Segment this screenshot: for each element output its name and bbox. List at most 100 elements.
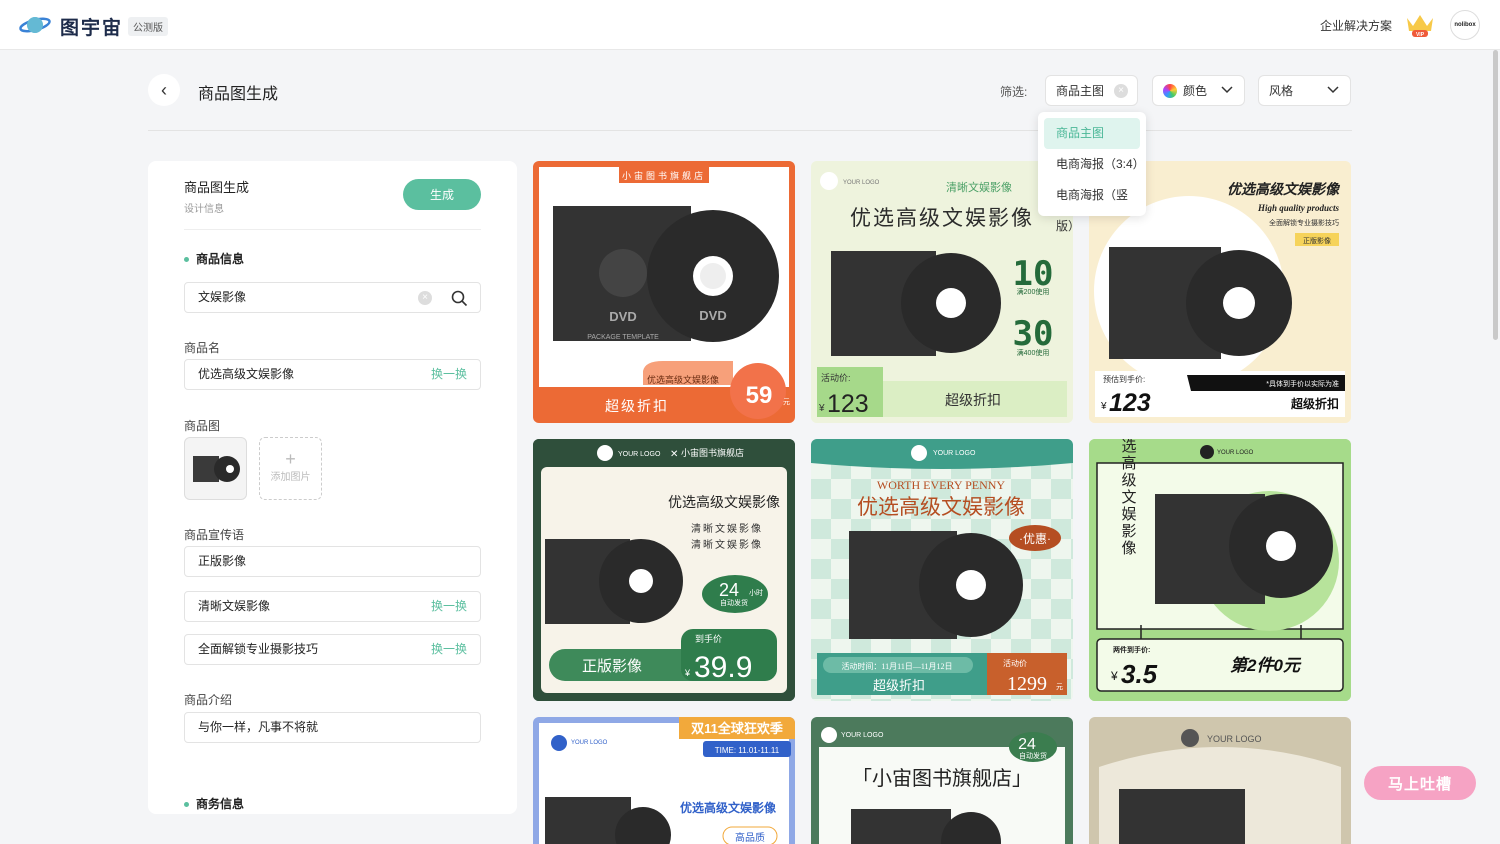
product-search-input[interactable]: 文娱影像 × bbox=[184, 282, 481, 313]
add-image-button[interactable]: + 添加图片 bbox=[259, 437, 322, 500]
line-text: 清晰文娱影像 bbox=[691, 522, 763, 535]
panel-divider bbox=[184, 229, 481, 230]
coupon-desc: 满400使用 bbox=[1017, 348, 1050, 357]
price: 3.5 bbox=[1121, 659, 1158, 689]
price-label: 活动价: bbox=[821, 372, 851, 383]
price-label: 预估到手价: bbox=[1103, 374, 1145, 384]
slogan-input-3[interactable]: 全面解锁专业摄影技巧 换一换 bbox=[184, 634, 481, 665]
price: 1299 bbox=[1007, 673, 1047, 695]
top-bar: 图宇宙 公测版 企业解决方案 VIP nolibox bbox=[0, 0, 1500, 50]
design-info-panel: 商品图生成 设计信息 生成 商品信息 文娱影像 × 商品名 优选高级文娱影像 换… bbox=[148, 161, 517, 814]
english-tagline: High quality products bbox=[1257, 203, 1340, 213]
template-card[interactable]: YOUR LOGO 清晰文娱影像 优选高级文娱影像 10 满200使用 30 满… bbox=[811, 161, 1073, 423]
vip-crown-icon[interactable]: VIP bbox=[1404, 12, 1436, 38]
banner-text: 双11全球狂欢季 bbox=[691, 721, 783, 736]
slogan-input-2[interactable]: 清晰文娱影像 换一换 bbox=[184, 591, 481, 622]
swap-button[interactable]: 换一换 bbox=[431, 635, 467, 664]
filter-label: 筛选: bbox=[1000, 85, 1028, 99]
footer-text: 正版影像 bbox=[582, 658, 642, 675]
add-image-label: 添加图片 bbox=[270, 472, 311, 483]
plus-icon: + bbox=[285, 449, 296, 469]
currency: ¥ bbox=[818, 403, 825, 414]
back-button[interactable]: ‹ bbox=[148, 74, 180, 106]
template-card[interactable]: YOUR LOGO 24 自动发货 「小宙图书旗舰店」 bbox=[811, 717, 1073, 844]
title: 优选高级文娱影像 bbox=[680, 800, 777, 815]
logo-text: YOUR LOGO bbox=[843, 180, 880, 186]
slogan-input-1[interactable]: 正版影像 bbox=[184, 546, 481, 577]
hours: 24 bbox=[1018, 736, 1036, 753]
title: 「小宙图书旗舰店」 bbox=[852, 767, 1032, 790]
logo-text: YOUR LOGO bbox=[1217, 450, 1254, 456]
price: 39.9 bbox=[694, 651, 752, 684]
hours-unit: 小时 bbox=[749, 588, 763, 597]
filter-product-main[interactable]: 商品主图 × bbox=[1045, 75, 1138, 106]
chevron-down-icon bbox=[1220, 82, 1234, 99]
footer-text: 超级折扣 bbox=[945, 392, 1001, 408]
intro-input[interactable]: 与你一样，凡事不将就 bbox=[184, 712, 481, 743]
swap-button[interactable]: 换一换 bbox=[431, 592, 467, 621]
currency: ¥ bbox=[684, 668, 691, 678]
shop-name: 小宙图书旗舰店 bbox=[622, 170, 706, 181]
subtitle: 全面解锁专业摄影技巧 bbox=[1269, 218, 1339, 227]
template-card[interactable]: YOUR LOGO 优选高级文娱影像 两件到手价: ¥ 3.5 第2件0元 bbox=[1089, 439, 1351, 701]
logo-text: YOUR LOGO bbox=[571, 740, 608, 746]
currency: ¥ bbox=[1100, 401, 1107, 412]
planet-logo-icon[interactable] bbox=[18, 12, 52, 38]
search-value: 文娱影像 bbox=[198, 290, 247, 304]
page-scrollbar[interactable] bbox=[1493, 50, 1498, 340]
clear-icon[interactable]: × bbox=[1114, 84, 1128, 98]
clear-icon[interactable]: × bbox=[418, 291, 432, 305]
intro-label: 商品介绍 bbox=[184, 693, 233, 707]
template-card[interactable]: YOUR LOGO ✕ 小宙图书旗舰店 优选高级文娱影像 清晰文娱影像 清晰文娱… bbox=[533, 439, 795, 701]
beta-badge: 公测版 bbox=[128, 17, 168, 36]
generate-button[interactable]: 生成 bbox=[403, 179, 481, 210]
enterprise-solutions-link[interactable]: 企业解决方案 bbox=[1320, 17, 1392, 34]
dvd-label: DVD bbox=[609, 309, 636, 324]
coupon-value: 10 bbox=[1013, 254, 1054, 294]
logo-text: YOUR LOGO bbox=[618, 451, 661, 458]
event-time: TIME: 11.01-11.11 bbox=[715, 746, 780, 755]
logo-text: YOUR LOGO bbox=[933, 450, 976, 457]
price-label: 两件到手价: bbox=[1113, 645, 1150, 654]
vertical-title: 优选高级文娱影像 bbox=[1120, 439, 1137, 557]
dvd-label: DVD bbox=[699, 308, 726, 323]
price-unit: 元 bbox=[783, 398, 790, 406]
search-icon[interactable] bbox=[451, 290, 468, 307]
color-wheel-icon bbox=[1163, 83, 1177, 98]
footer-text: 超级折扣 bbox=[873, 678, 925, 693]
template-card[interactable]: 小宙图书旗舰店 DVD PACKAGE TEMPLATE DVD 优选高级文娱影… bbox=[533, 161, 795, 423]
svg-text:VIP: VIP bbox=[1416, 32, 1425, 38]
coupon-desc: 满200使用 bbox=[1017, 287, 1050, 296]
slogan-value: 全面解锁专业摄影技巧 bbox=[198, 642, 319, 656]
template-card[interactable]: 双11全球狂欢季 TIME: 11.01-11.11 YOUR LOGO 优选高… bbox=[533, 717, 795, 844]
template-card[interactable]: YOUR LOGO WORTH EVERY PENNY 优选高级文娱影像 ·优惠… bbox=[811, 439, 1073, 701]
swap-button[interactable]: 换一换 bbox=[431, 360, 467, 389]
template-card[interactable]: YOUR LOGO bbox=[1089, 717, 1351, 844]
feedback-button[interactable]: 马上吐槽 bbox=[1364, 766, 1476, 800]
currency: ¥ bbox=[1110, 669, 1118, 683]
filter-style-label: 风格 bbox=[1269, 84, 1294, 98]
product-name-value: 优选高级文娱影像 bbox=[198, 367, 295, 381]
badge: ·优惠· bbox=[1019, 532, 1051, 546]
note: *具体到手价以实际为准 bbox=[1266, 379, 1339, 388]
dropdown-item-poster-vertical[interactable]: 电商海报（竖版） bbox=[1044, 180, 1140, 233]
product-image-thumbnail[interactable] bbox=[184, 437, 247, 500]
filter-color-label: 颜色 bbox=[1183, 84, 1208, 98]
title: 优选高级文娱影像 bbox=[1227, 181, 1341, 197]
dropdown-item-main[interactable]: 商品主图 bbox=[1044, 118, 1140, 149]
filter-product-main-label: 商品主图 bbox=[1056, 84, 1105, 98]
user-avatar[interactable]: nolibox bbox=[1450, 10, 1480, 40]
app-name[interactable]: 图宇宙 bbox=[60, 13, 123, 40]
slogan-value: 清晰文娱影像 bbox=[198, 599, 271, 613]
filter-color[interactable]: 颜色 bbox=[1152, 75, 1245, 106]
logo-text: YOUR LOGO bbox=[841, 732, 884, 739]
chevron-left-icon: ‹ bbox=[161, 79, 167, 100]
product-name-label: 商品名 bbox=[184, 341, 221, 355]
package-label: PACKAGE TEMPLATE bbox=[587, 334, 659, 341]
shop-name: 小宙图书旗舰店 bbox=[681, 447, 744, 458]
filter-style[interactable]: 风格 bbox=[1258, 75, 1351, 106]
dropdown-item-poster-3-4[interactable]: 电商海报（3:4） bbox=[1044, 149, 1145, 180]
panel-title: 商品图生成 bbox=[184, 180, 250, 195]
price-label: 活动价 bbox=[1003, 658, 1027, 668]
product-name-input[interactable]: 优选高级文娱影像 换一换 bbox=[184, 359, 481, 390]
